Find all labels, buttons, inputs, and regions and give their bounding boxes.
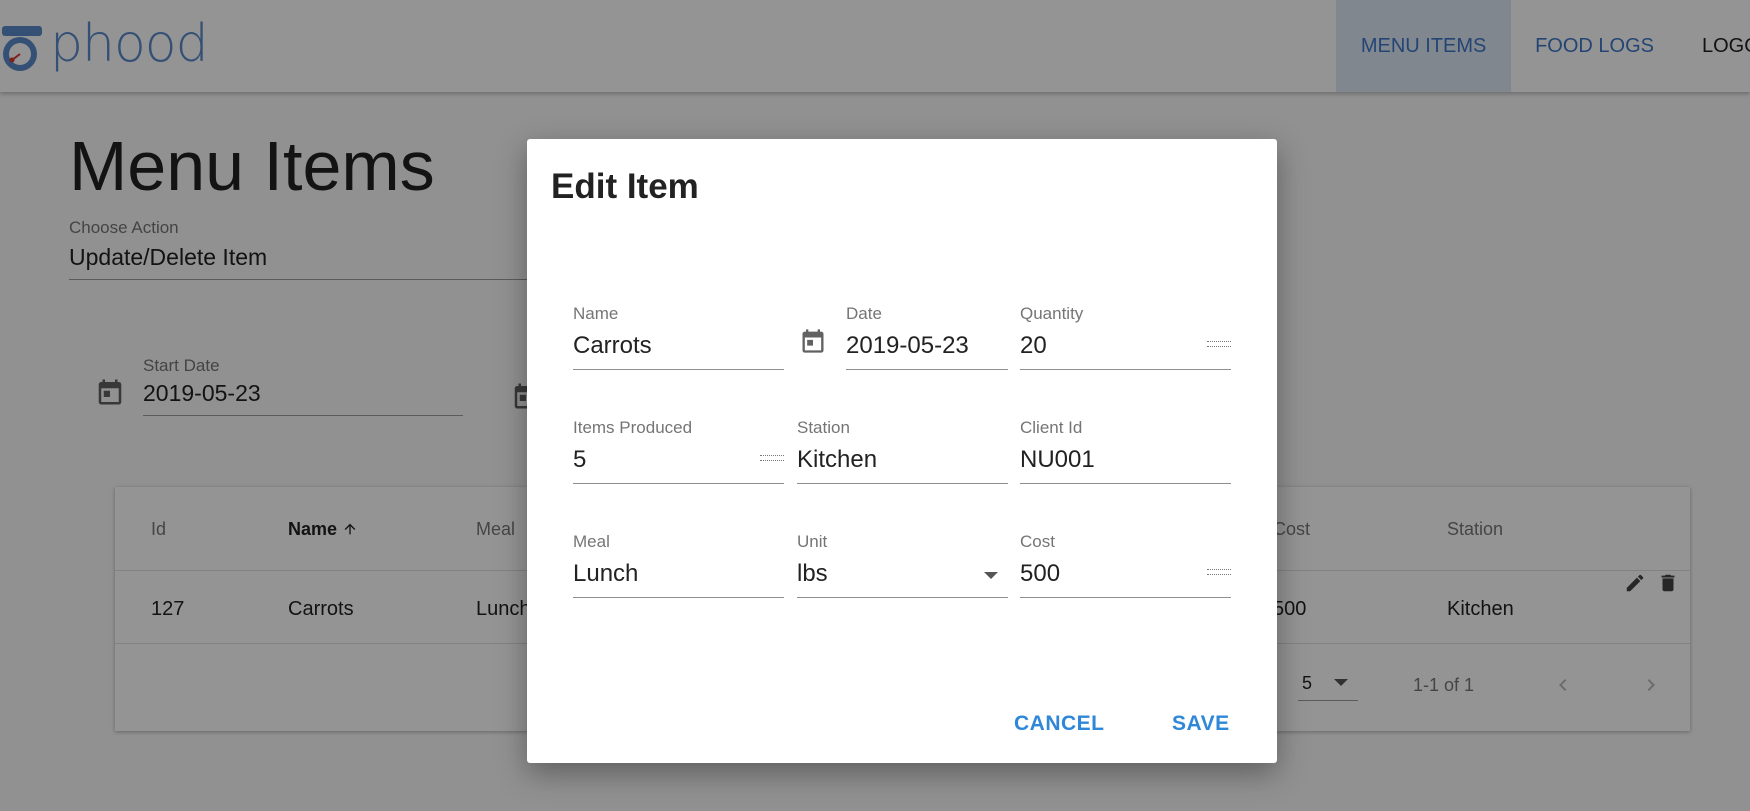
spinner-icon[interactable] [1207, 569, 1231, 575]
cancel-button[interactable]: CANCEL [1014, 712, 1105, 736]
name-field[interactable]: Name Carrots [573, 304, 784, 370]
client-id-field[interactable]: Client Id NU001 [1020, 418, 1231, 484]
cost-label: Cost [1020, 532, 1055, 551]
date-label: Date [846, 304, 882, 323]
spinner-icon[interactable] [1207, 341, 1231, 347]
caret-down-icon [984, 572, 998, 579]
quantity-value: 20 [1020, 332, 1047, 359]
edit-item-dialog: Edit Item Name Carrots Date 2019-05-23 Q… [527, 139, 1277, 763]
meal-label: Meal [573, 532, 610, 551]
calendar-icon[interactable] [799, 325, 827, 357]
cost-field[interactable]: Cost 500 [1020, 532, 1231, 598]
station-label: Station [797, 418, 850, 437]
unit-value: lbs [797, 560, 828, 587]
client-id-input[interactable]: NU001 [1020, 446, 1231, 484]
unit-select[interactable]: lbs [797, 560, 1008, 598]
cost-input[interactable]: 500 [1020, 560, 1231, 598]
meal-field[interactable]: Meal Lunch [573, 532, 784, 598]
station-input[interactable]: Kitchen [797, 446, 1008, 484]
unit-field[interactable]: Unit lbs [797, 532, 1008, 598]
date-field[interactable]: Date 2019-05-23 [846, 304, 1008, 370]
save-button[interactable]: SAVE [1172, 712, 1230, 736]
name-label: Name [573, 304, 619, 323]
items-produced-input[interactable]: 5 [573, 446, 784, 484]
dialog-title: Edit Item [551, 167, 699, 206]
items-produced-value: 5 [573, 446, 587, 473]
meal-input[interactable]: Lunch [573, 560, 784, 598]
client-id-label: Client Id [1020, 418, 1083, 437]
quantity-input[interactable]: 20 [1020, 332, 1231, 370]
unit-label: Unit [797, 532, 828, 551]
name-input[interactable]: Carrots [573, 332, 784, 370]
quantity-label: Quantity [1020, 304, 1084, 323]
items-produced-label: Items Produced [573, 418, 693, 437]
station-field[interactable]: Station Kitchen [797, 418, 1008, 484]
cost-value: 500 [1020, 560, 1061, 587]
quantity-field[interactable]: Quantity 20 [1020, 304, 1231, 370]
items-produced-field[interactable]: Items Produced 5 [573, 418, 784, 484]
date-input[interactable]: 2019-05-23 [846, 332, 1008, 370]
spinner-icon[interactable] [760, 455, 784, 461]
